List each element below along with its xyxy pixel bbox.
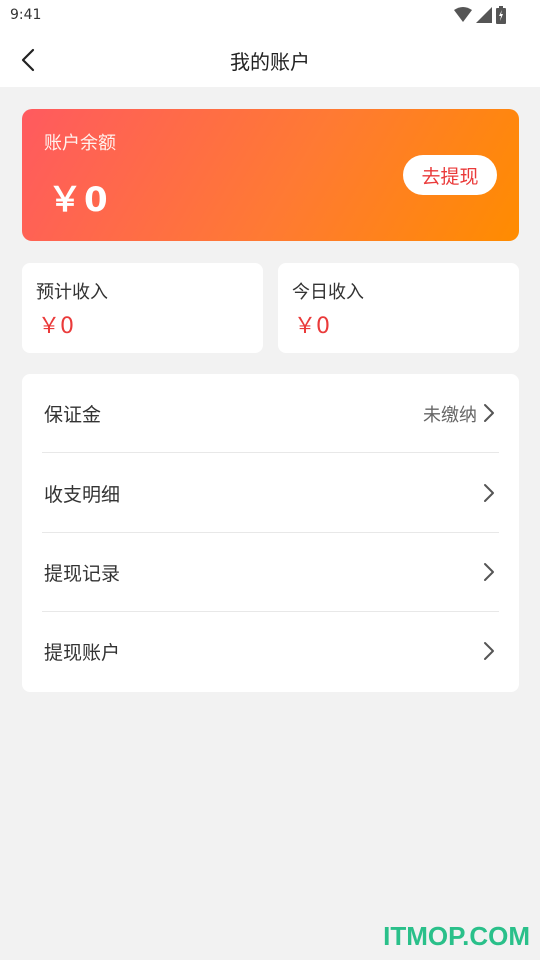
divider — [42, 452, 499, 453]
chevron-right-icon — [484, 563, 494, 581]
today-income-value: ￥0 — [294, 314, 330, 339]
watermark-logo: ITMOP.COM — [383, 921, 530, 951]
today-income-label: 今日收入 — [292, 282, 364, 303]
wifi-icon — [454, 7, 472, 22]
menu-item-transactions[interactable]: 收支明细 — [42, 454, 499, 533]
menu-item-label: 收支明细 — [44, 484, 121, 506]
menu-item-withdraw-account[interactable]: 提现账户 — [42, 612, 499, 691]
balance-amount: ￥0 — [48, 180, 110, 220]
estimated-income-card: 预计收入 ￥0 — [22, 263, 263, 353]
today-income-card: 今日收入 ￥0 — [278, 263, 519, 353]
status-icons — [454, 6, 506, 24]
status-time: 9:41 — [10, 7, 42, 23]
menu-item-deposit[interactable]: 保证金 未缴纳 — [42, 374, 499, 453]
battery-icon — [496, 6, 506, 24]
signal-icon — [476, 7, 492, 23]
menu-list: 保证金 未缴纳 收支明细 提现记录 提现账户 — [22, 374, 519, 692]
estimated-income-label: 预计收入 — [36, 282, 108, 303]
status-bar: 9:41 — [0, 0, 540, 32]
menu-item-withdraw-records[interactable]: 提现记录 — [42, 533, 499, 612]
chevron-right-icon — [484, 404, 494, 422]
deposit-status: 未缴纳 — [423, 405, 477, 426]
balance-label: 账户余额 — [44, 133, 116, 154]
chevron-right-icon — [484, 484, 494, 502]
balance-card: 账户余额 ￥0 去提现 — [22, 109, 519, 241]
page-title: 我的账户 — [230, 50, 310, 74]
menu-item-label: 保证金 — [44, 404, 102, 426]
menu-item-label: 提现账户 — [44, 642, 121, 664]
chevron-right-icon — [484, 642, 494, 660]
menu-item-label: 提现记录 — [44, 563, 121, 585]
withdraw-button[interactable]: 去提现 — [403, 155, 497, 195]
navigation-bar: 我的账户 — [0, 32, 540, 87]
estimated-income-value: ￥0 — [38, 314, 74, 339]
